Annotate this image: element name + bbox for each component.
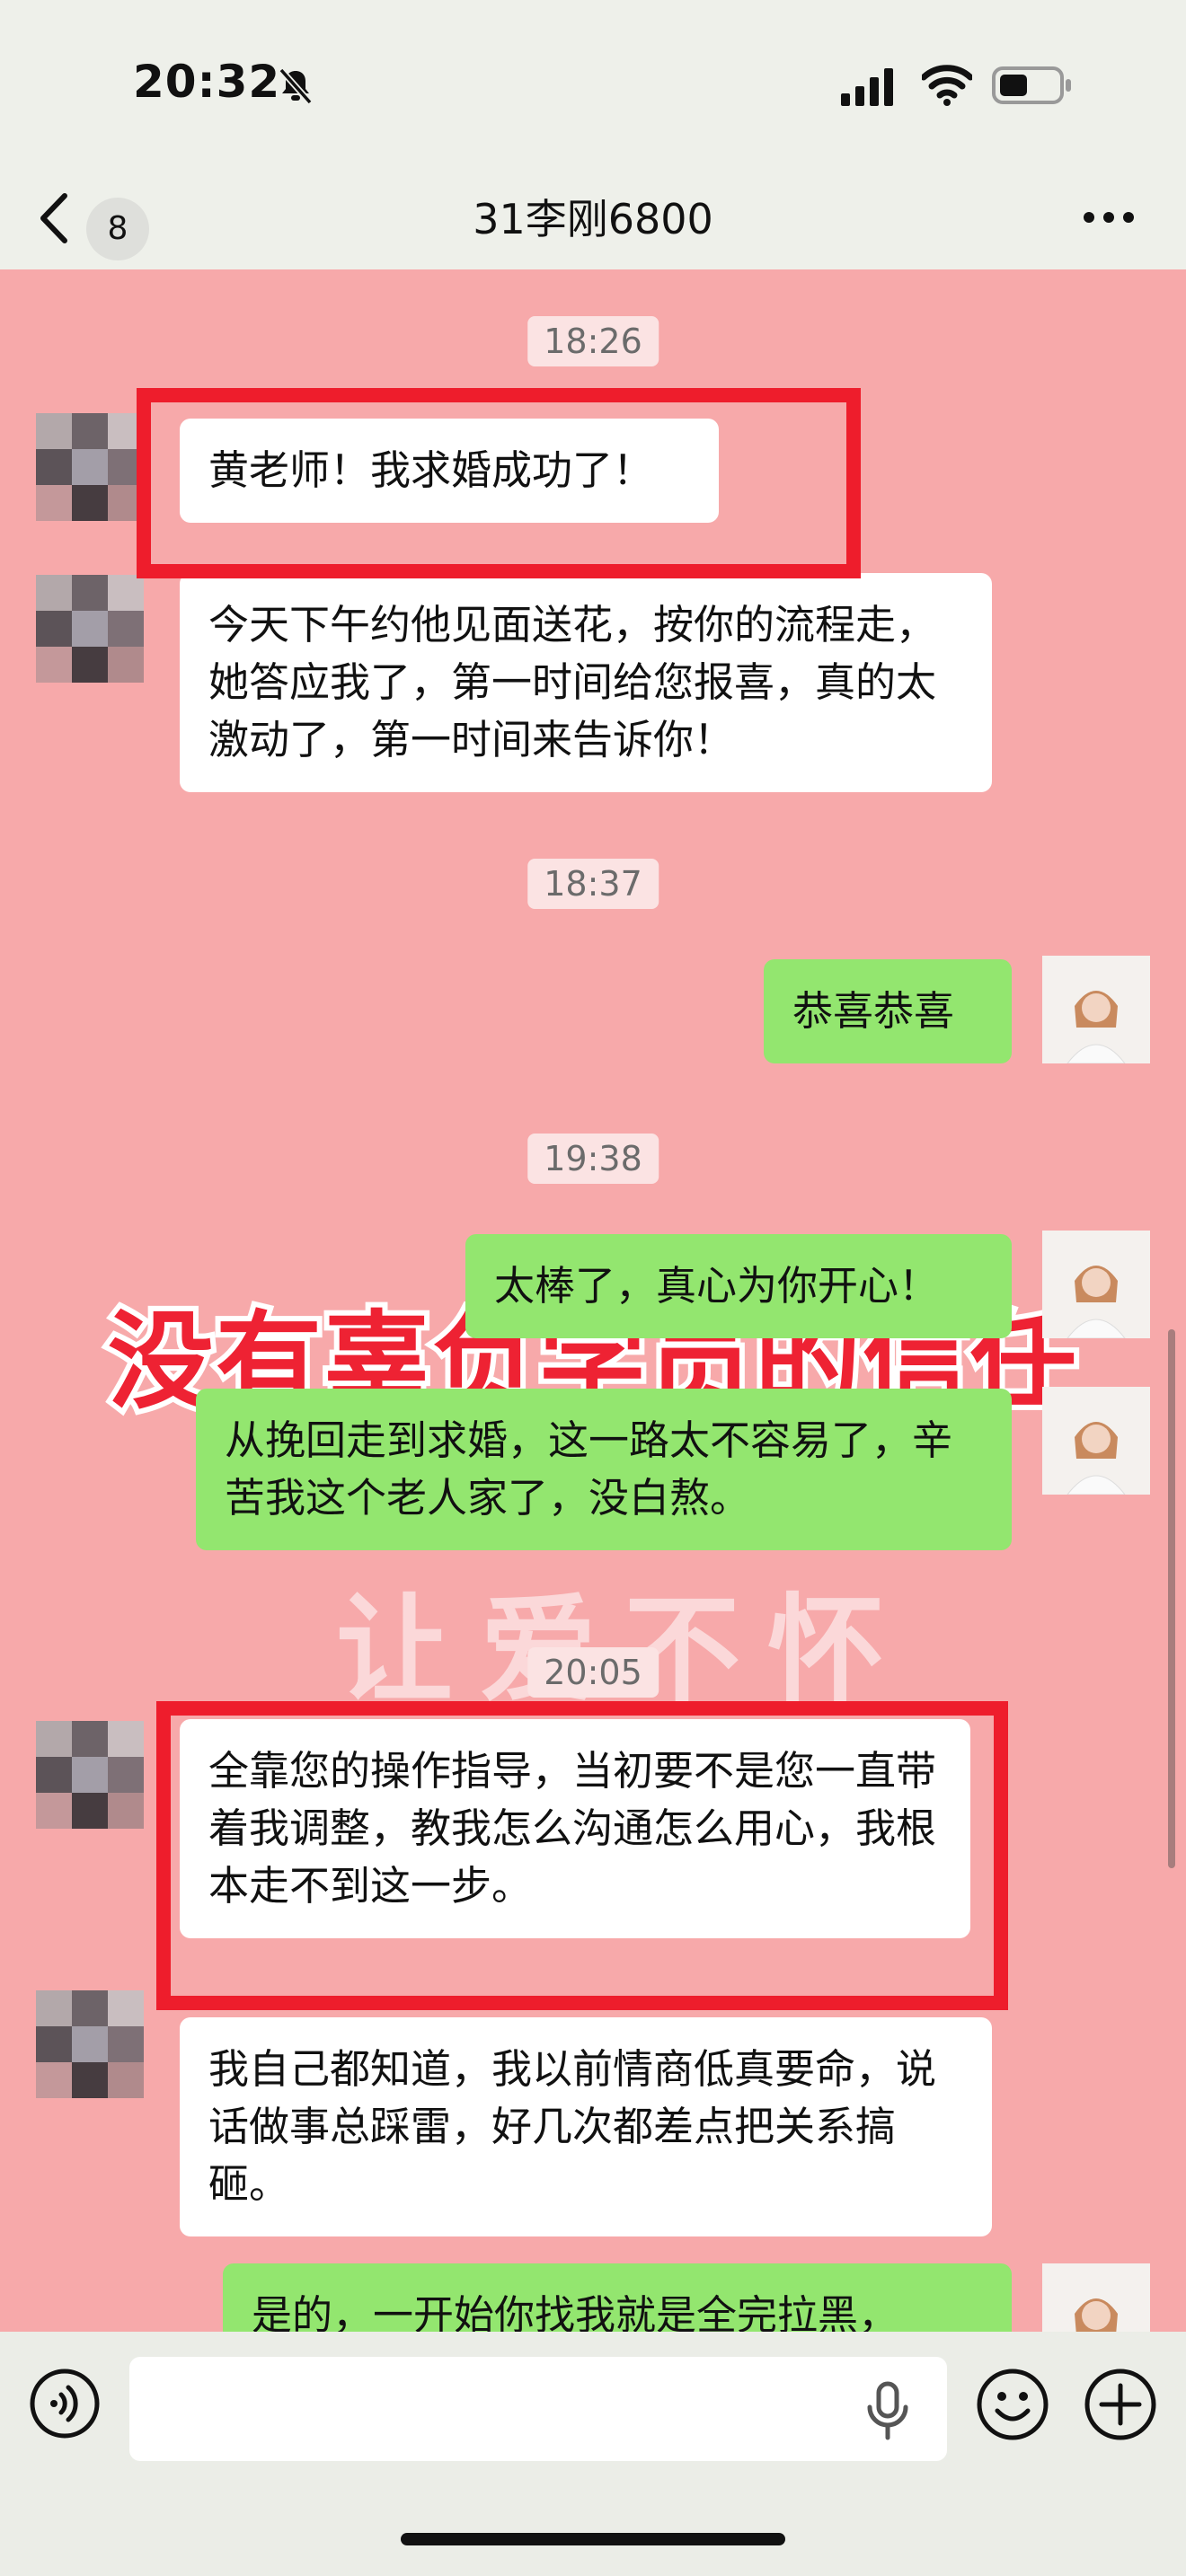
wifi-icon [922,65,972,106]
timestamp: 18:37 [527,859,659,909]
profile-photo-icon [1042,2263,1150,2332]
status-bar: 20:32 [0,0,1186,171]
message-bubble-sent[interactable]: 恭喜恭喜 [764,959,1012,1063]
highlight-box [156,1701,1008,2010]
pixelated-avatar-icon [36,413,144,521]
chat-title: 31李刚6800 [473,195,713,243]
watermark: 让爱不怀 [336,1556,911,1725]
contact-avatar[interactable] [36,1721,144,1829]
highlight-box [137,388,861,578]
message-bubble-sent[interactable]: 从挽回走到求婚，这一路太不容易了，辛苦我这个老人家了，没白熬。 [196,1389,1012,1550]
message-bubble-received[interactable]: 我自己都知道，我以前情商低真要命，说话做事总踩雷，好几次都差点把关系搞砸。 [180,2017,992,2236]
timestamp: 18:26 [527,316,659,366]
my-avatar[interactable] [1042,1231,1150,1338]
message-bubble-sent[interactable]: 是的，一开始你找我就是全完拉黑， [223,2263,1012,2332]
message-bubble-received[interactable]: 今天下午约他见面送花，按你的流程走，她答应我了，第一时间给您报喜，真的太激动了，… [180,573,992,792]
profile-photo-icon [1042,956,1150,1063]
more-icon[interactable] [1082,208,1136,226]
timestamp: 19:38 [527,1134,659,1184]
status-time: 20:32 [133,56,281,108]
contact-avatar[interactable] [36,1990,144,2098]
my-avatar[interactable] [1042,1387,1150,1495]
profile-photo-icon [1042,1231,1150,1338]
my-avatar[interactable] [1042,2263,1150,2332]
message-bubble-sent[interactable]: 太棒了，真心为你开心！ [465,1234,1012,1338]
pixelated-avatar-icon [36,1721,144,1829]
emoji-icon[interactable] [976,2368,1049,2441]
scrollbar[interactable] [1168,1329,1175,1868]
chat-header: 8 31李刚6800 [0,171,1186,269]
home-indicator[interactable] [401,2533,785,2545]
contact-avatar[interactable] [36,413,144,521]
pixelated-avatar-icon [36,1990,144,2098]
profile-photo-icon [1042,1387,1150,1495]
voice-icon[interactable] [29,2368,101,2439]
mute-bell-icon [279,67,313,104]
timestamp: 20:05 [527,1647,659,1698]
message-input[interactable] [129,2357,947,2461]
battery-icon [992,66,1071,104]
signal-icon [841,68,893,106]
chat-area[interactable]: 18:26 黄老师！我求婚成功了！ 今天下午约他见面送花，按你的流程走，她答应我… [0,269,1186,2332]
microphone-icon[interactable] [863,2380,913,2441]
pixelated-avatar-icon [36,575,144,683]
contact-avatar[interactable] [36,575,144,683]
plus-icon[interactable] [1084,2368,1157,2441]
my-avatar[interactable] [1042,956,1150,1063]
